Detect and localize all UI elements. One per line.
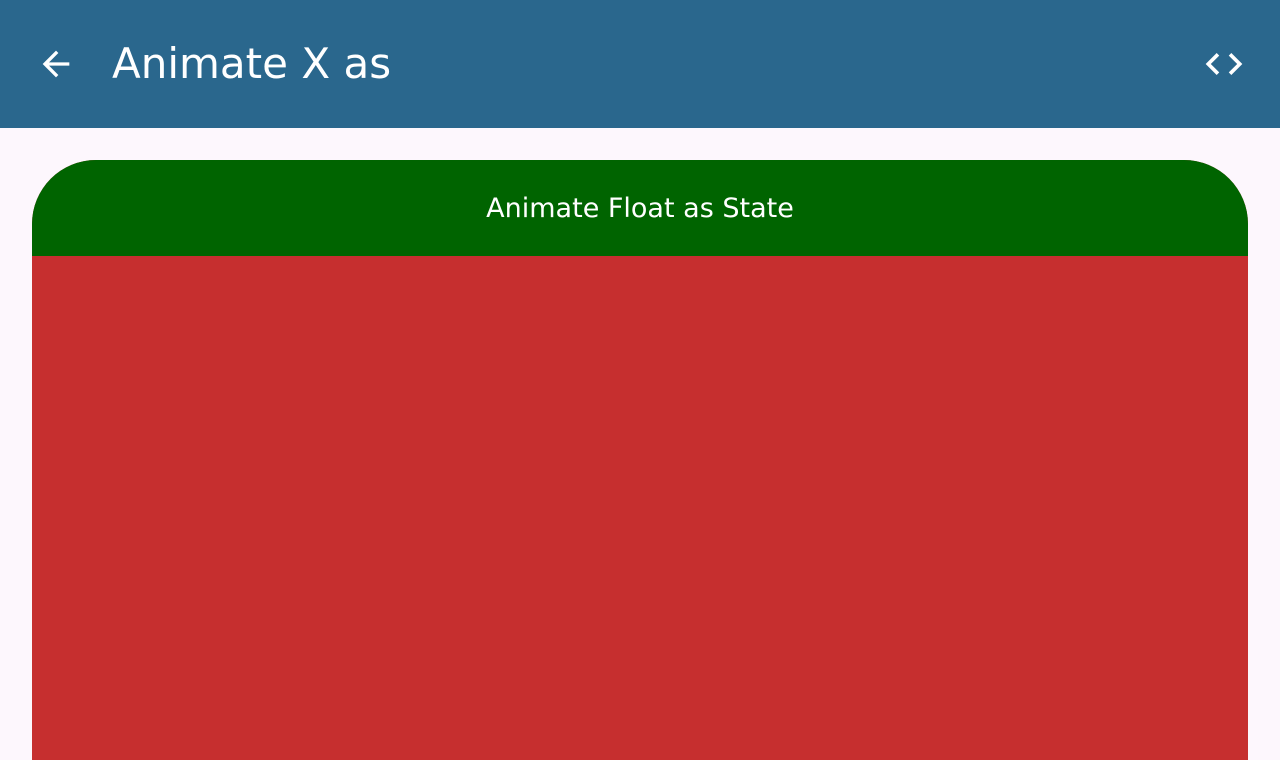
animated-box[interactable]	[32, 256, 1248, 760]
card-title: Animate Float as State	[486, 192, 794, 224]
back-button[interactable]	[28, 36, 84, 92]
card-header: Animate Float as State	[32, 160, 1248, 256]
arrow-back-icon	[42, 50, 70, 78]
code-icon	[1205, 53, 1243, 75]
top-app-bar: Animate X as	[0, 0, 1280, 128]
animation-demo-card: Animate Float as State	[32, 160, 1248, 760]
view-code-button[interactable]	[1196, 36, 1252, 92]
page-title: Animate X as	[112, 39, 392, 88]
